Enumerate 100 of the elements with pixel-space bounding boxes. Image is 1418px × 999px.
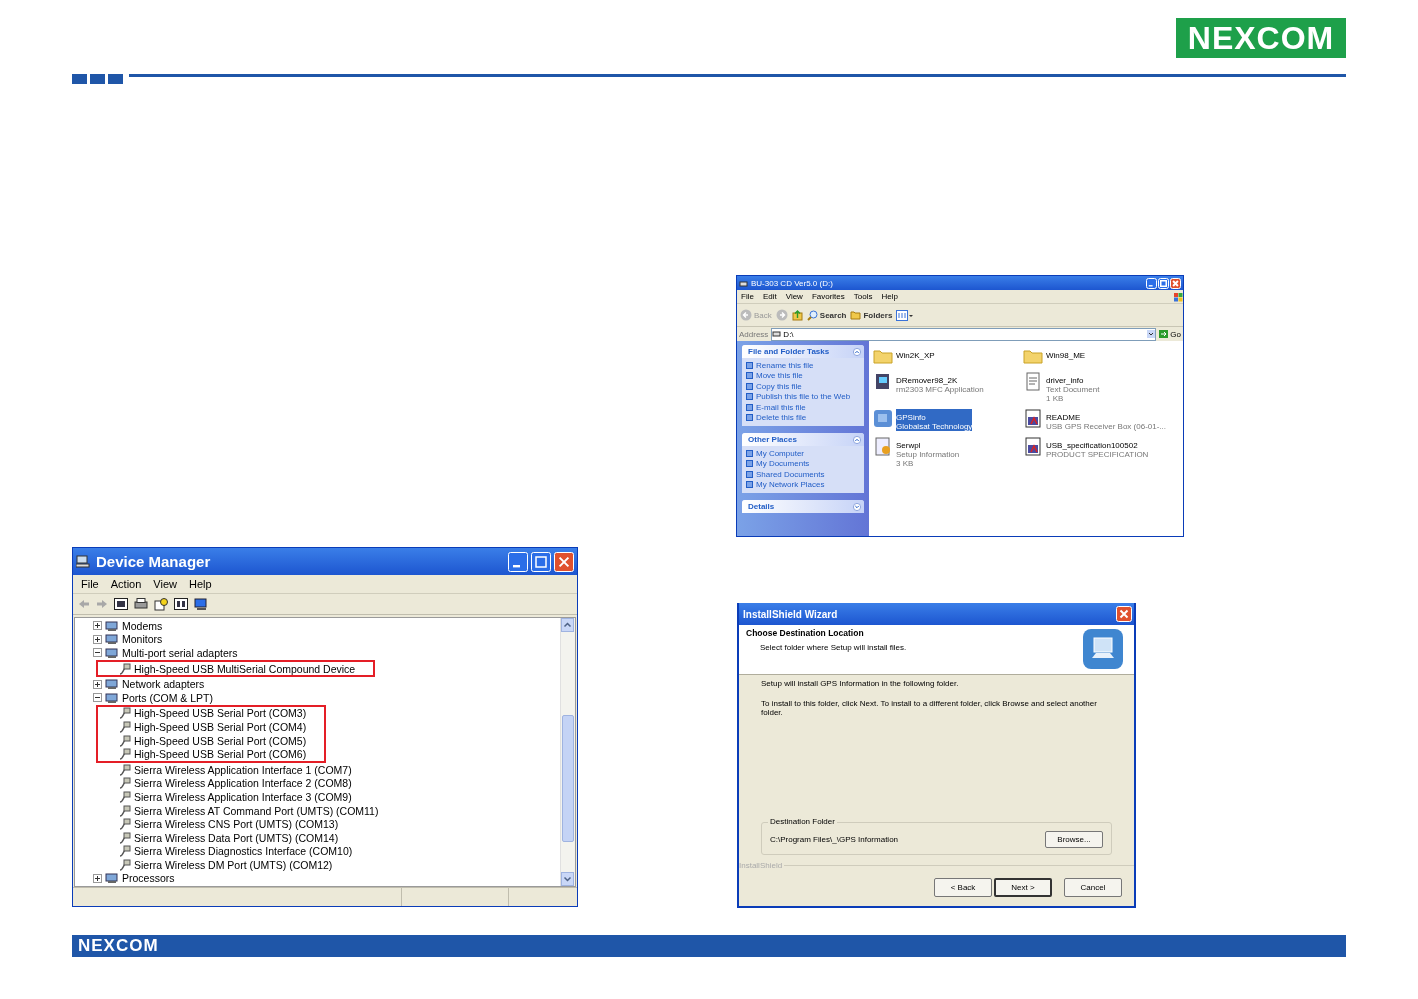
scroll-up-icon[interactable] [561, 618, 574, 632]
menu-item[interactable]: Tools [853, 292, 873, 301]
task-link[interactable]: My Network Places [746, 479, 860, 490]
task-link[interactable]: Publish this file to the Web [746, 391, 860, 402]
menu-item[interactable]: Help [881, 292, 898, 301]
collapse-chevron-icon[interactable] [853, 435, 861, 444]
tree-item-label: High-Speed USB MultiSerial Compound Device [134, 662, 356, 675]
tree-item[interactable]: High-Speed USB Serial Port (COM4) [118, 720, 307, 734]
tree-item-label: High-Speed USB Serial Port (COM6) [134, 748, 307, 761]
menu-item[interactable]: View [147, 578, 183, 590]
explorer-entry[interactable]: Serwpl Setup Information 3 KB [873, 437, 1023, 468]
tree-item[interactable]: Modems [93, 619, 560, 633]
file-name: Win2K_XP [896, 351, 935, 360]
folder-up-icon[interactable] [791, 309, 803, 321]
explorer-entry[interactable]: driver_info Text Document 1 KB [1023, 372, 1173, 403]
task-link[interactable]: Delete this file [746, 412, 860, 423]
tree-item-label: Multi-port serial adapters [122, 647, 238, 659]
expand-chevron-icon[interactable] [853, 502, 861, 511]
collapse-icon[interactable] [93, 648, 102, 658]
expand-icon[interactable] [93, 874, 102, 883]
scrollbar-thumb[interactable] [562, 715, 574, 842]
explorer-entry[interactable]: README USB GPS Receiver Box (06-01-... [1023, 409, 1173, 431]
wizard-button[interactable]: Next > [994, 878, 1052, 897]
minimize-icon[interactable] [1146, 277, 1157, 289]
device-icon [105, 647, 119, 659]
task-link[interactable]: My Documents [746, 458, 860, 469]
close-icon[interactable] [1170, 277, 1181, 289]
explorer-entry[interactable]: Win98_ME [1023, 347, 1173, 366]
folder-icon [1023, 347, 1043, 366]
browse-button[interactable]: Browse... [1045, 831, 1103, 848]
file-name: DRemover98_2K [896, 376, 959, 385]
search-button[interactable]: Search [806, 309, 847, 321]
close-icon[interactable] [1116, 606, 1132, 622]
expand-icon[interactable] [93, 679, 102, 689]
tree-item[interactable]: Sierra Wireless Diagnostics Interface (COM10) [118, 844, 560, 859]
tree-item[interactable]: Sierra Wireless Application Interface 1 (COM7) [118, 762, 560, 777]
minimize-icon[interactable] [508, 551, 528, 572]
tree-item[interactable]: Sierra Wireless DM Port (UMTS) (COM12) [118, 858, 560, 872]
explorer-entry[interactable]: Win2K_XP [873, 347, 1023, 366]
wizard-button[interactable]: Cancel [1064, 878, 1122, 897]
expand-icon[interactable] [93, 621, 102, 631]
task-link[interactable]: Shared Documents [746, 469, 860, 480]
menu-item[interactable]: File [741, 292, 754, 301]
expand-icon[interactable] [93, 634, 102, 644]
printer-icon[interactable] [134, 598, 148, 610]
properties-icon[interactable] [114, 598, 128, 610]
menu-item[interactable]: Edit [762, 292, 777, 301]
menu-item[interactable]: File [75, 578, 105, 590]
tree-item[interactable]: Monitors [93, 632, 560, 647]
text-document-icon [1023, 372, 1043, 391]
menu-item[interactable]: Favorites [811, 292, 845, 301]
pdf-document-icon [1023, 409, 1043, 428]
explorer-entry[interactable]: DRemover98_2K rm2303 MFC Application [873, 372, 1023, 403]
serial-port-icon [118, 763, 131, 776]
window-title: InstallShield Wizard [743, 608, 839, 620]
collapse-icon[interactable] [93, 693, 102, 703]
tree-item[interactable]: High-Speed USB Serial Port (COM6) [118, 747, 307, 761]
task-link[interactable]: Copy this file [746, 381, 860, 392]
menu-item[interactable]: Action [104, 578, 148, 590]
wizard-button[interactable]: < Back [934, 878, 992, 897]
tree-item[interactable]: Processors [93, 871, 560, 886]
task-link[interactable]: E-mail this file [746, 402, 860, 413]
serial-port-icon [118, 662, 131, 675]
go-button[interactable]: Go [1159, 329, 1181, 339]
menu-item[interactable]: View [785, 292, 803, 301]
maximize-icon[interactable] [531, 551, 551, 572]
tree-item[interactable]: High-Speed USB Serial Port (COM5) [118, 733, 307, 748]
collapse-chevron-icon[interactable] [853, 347, 861, 356]
tree-item[interactable]: Sierra Wireless Application Interface 2 (COM8) [118, 776, 560, 791]
scrollbar[interactable] [560, 618, 575, 886]
task-link[interactable]: Rename this file [746, 360, 860, 371]
tree-item[interactable]: Sierra Wireless AT Command Port (UMTS) (COM11) [118, 803, 560, 818]
tree-item[interactable]: Network adapters [93, 677, 560, 691]
tree-item[interactable]: Multi-port serial adapters [93, 646, 560, 660]
device-icon [105, 633, 119, 646]
task-link[interactable]: My Computer [746, 448, 860, 459]
close-icon[interactable] [554, 551, 574, 572]
tree-item[interactable]: High-Speed USB Serial Port (COM3) [118, 706, 307, 721]
tree-item[interactable]: High-Speed USB MultiSerial Compound Device [118, 661, 356, 676]
scroll-down-icon[interactable] [561, 872, 574, 886]
tree-item[interactable]: Sierra Wireless Application Interface 3 (COM9) [118, 790, 560, 804]
file-name: Win98_ME [1046, 351, 1086, 360]
tree-item-label: Sierra Wireless CNS Port (UMTS) (COM13) [134, 818, 339, 831]
serial-port-icon [118, 804, 131, 817]
maximize-icon[interactable] [1158, 277, 1169, 289]
tree-item-label: Processors [122, 872, 175, 885]
task-link[interactable]: Move this file [746, 370, 860, 381]
folder-icon [873, 347, 893, 366]
tree-item[interactable]: Sierra Wireless CNS Port (UMTS) (COM13) [118, 817, 560, 831]
address-field[interactable]: D:\ [771, 327, 1157, 341]
file-details: 3 KB [896, 459, 915, 468]
tree-item[interactable]: Ports (COM & LPT) [93, 690, 560, 705]
folders-button[interactable]: Folders [850, 310, 893, 320]
window-title: BU-303 CD Ver5.0 (D:) [751, 278, 834, 288]
menu-item[interactable]: Help [182, 578, 218, 590]
explorer-entry[interactable]: USB_specification100502 PRODUCT SPECIFICATION [1023, 437, 1173, 468]
views-icon[interactable] [896, 309, 915, 321]
view-icon[interactable] [174, 598, 188, 610]
serial-port-icon [118, 858, 131, 871]
tree-item[interactable]: Sierra Wireless Data Port (UMTS) (COM14) [118, 830, 560, 845]
